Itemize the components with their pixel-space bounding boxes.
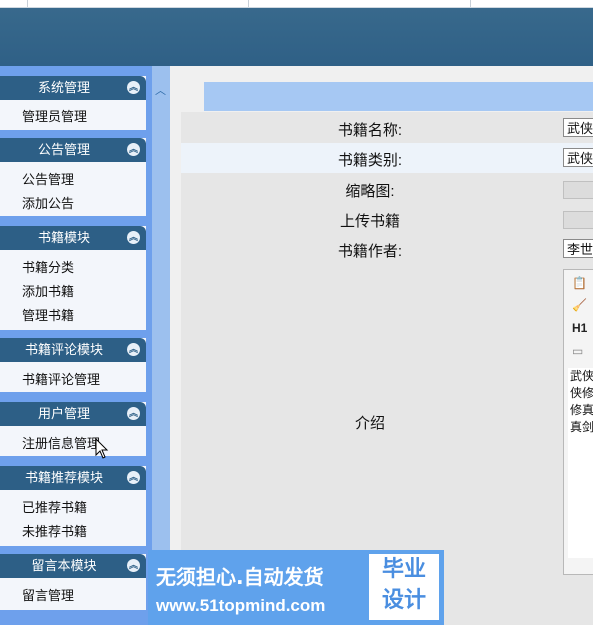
- print-icon[interactable]: ▭: [572, 344, 583, 358]
- thumbnail-upload-button[interactable]: [563, 181, 593, 199]
- menu-group-books: 书籍模块 ︽ 书籍分类 添加书籍 管理书籍: [0, 226, 146, 330]
- collapse-arrow-icon[interactable]: ︿: [155, 82, 166, 98]
- menu-group-header[interactable]: 用户管理 ︽: [0, 402, 146, 426]
- sidebar-item-add-book[interactable]: 添加书籍: [0, 280, 146, 304]
- author-label: 书籍作者:: [337, 243, 403, 260]
- badge-box-line2: 设计: [381, 588, 426, 613]
- menu-group-title: 系统管理: [37, 80, 90, 95]
- menu-group-title: 书籍推荐模块: [24, 470, 103, 485]
- book-category-select[interactable]: 武侠: [563, 148, 593, 167]
- menu-group-title: 书籍模块: [37, 230, 90, 245]
- menu-group-recommend: 书籍推荐模块 ︽ 已推荐书籍 未推荐书籍: [0, 466, 146, 546]
- badge-url: www.51topmind.com: [156, 596, 326, 615]
- sidebar-item-registration-manage[interactable]: 注册信息管理: [0, 432, 146, 456]
- intro-rich-text-editor[interactable]: 📋 🧹 H1 ▭ 武侠 侠修 修真 真剑: [563, 269, 593, 575]
- mouse-cursor-icon: [95, 438, 109, 459]
- menu-group-header[interactable]: 留言本模块 ︽: [0, 554, 146, 578]
- book-category-label: 书籍类别:: [337, 152, 403, 169]
- menu-group-header[interactable]: 书籍模块 ︽: [0, 226, 146, 250]
- intro-label: 介绍: [354, 415, 385, 432]
- sidebar-item-unrecommended-books[interactable]: 未推荐书籍: [0, 520, 146, 544]
- header-banner: [0, 8, 593, 66]
- editor-line: 真剑: [570, 420, 593, 434]
- editor-line: 侠修: [570, 386, 593, 400]
- double-chevron-up-icon[interactable]: ︽: [127, 343, 140, 356]
- menu-group-header[interactable]: 系统管理 ︽: [0, 76, 146, 100]
- menu-group-header[interactable]: 书籍评论模块 ︽: [0, 338, 146, 362]
- upload-book-label: 上传书籍: [339, 213, 400, 230]
- sidebar-item-recommended-books[interactable]: 已推荐书籍: [0, 496, 146, 520]
- double-chevron-up-icon[interactable]: ︽: [127, 231, 140, 244]
- menu-group-header[interactable]: 书籍推荐模块 ︽: [0, 466, 146, 490]
- sidebar-item-comment-manage[interactable]: 书籍评论管理: [0, 368, 146, 392]
- heading-h1-button[interactable]: H1: [572, 321, 587, 335]
- thumbnail-label: 缩略图:: [345, 183, 395, 200]
- sidebar-splitter[interactable]: ︿: [152, 66, 170, 625]
- top-strip: [0, 0, 593, 8]
- author-input[interactable]: 李世: [563, 239, 593, 258]
- double-chevron-up-icon[interactable]: ︽: [127, 81, 140, 94]
- double-chevron-up-icon[interactable]: ︽: [127, 559, 140, 572]
- clear-format-broom-icon[interactable]: 🧹: [572, 298, 587, 312]
- badge-slogan: 无须担心.自动发货: [156, 565, 324, 589]
- book-name-input[interactable]: 武侠: [563, 118, 593, 137]
- menu-group-title: 公告管理: [37, 142, 90, 157]
- editor-content-area[interactable]: 武侠 侠修 修真 真剑: [568, 368, 593, 558]
- editor-line: 武侠: [570, 369, 593, 383]
- form-header-bar: [204, 82, 593, 111]
- badge-logo-box: 毕业 设计: [369, 554, 439, 620]
- editor-line: 修真: [570, 403, 593, 417]
- menu-group-guestbook: 留言本模块 ︽ 留言管理: [0, 554, 146, 610]
- menu-group-header[interactable]: 公告管理 ︽: [0, 138, 146, 162]
- sidebar-item-message-manage[interactable]: 留言管理: [0, 584, 146, 608]
- book-file-upload-button[interactable]: [563, 211, 593, 229]
- paste-icon[interactable]: 📋: [572, 276, 587, 290]
- double-chevron-up-icon[interactable]: ︽: [127, 407, 140, 420]
- menu-group-comments: 书籍评论模块 ︽ 书籍评论管理: [0, 338, 146, 392]
- top-divider: [27, 0, 28, 7]
- menu-group-users: 用户管理 ︽ 注册信息管理: [0, 402, 146, 456]
- sidebar-item-manage-books[interactable]: 管理书籍: [0, 304, 146, 328]
- sidebar-item-add-notice[interactable]: 添加公告: [0, 192, 146, 216]
- sidebar-item-admin-manage[interactable]: 管理员管理: [0, 105, 146, 129]
- menu-group-title: 留言本模块: [31, 558, 97, 573]
- badge-box-line1: 毕业: [381, 557, 426, 582]
- watermark-badge: 无须担心.自动发货 www.51topmind.com 毕业 设计: [148, 550, 444, 625]
- menu-group-title: 用户管理: [37, 406, 90, 421]
- book-name-label: 书籍名称:: [337, 122, 403, 139]
- double-chevron-up-icon[interactable]: ︽: [127, 471, 140, 484]
- sidebar-item-book-category[interactable]: 书籍分类: [0, 256, 146, 280]
- sidebar-item-notice-manage[interactable]: 公告管理: [0, 168, 146, 192]
- top-divider: [248, 0, 249, 7]
- double-chevron-up-icon[interactable]: ︽: [127, 143, 140, 156]
- menu-group-title: 书籍评论模块: [24, 342, 103, 357]
- menu-group-system: 系统管理 ︽ 管理员管理: [0, 76, 146, 130]
- menu-group-notice: 公告管理 ︽ 公告管理 添加公告: [0, 138, 146, 216]
- top-divider: [470, 0, 471, 7]
